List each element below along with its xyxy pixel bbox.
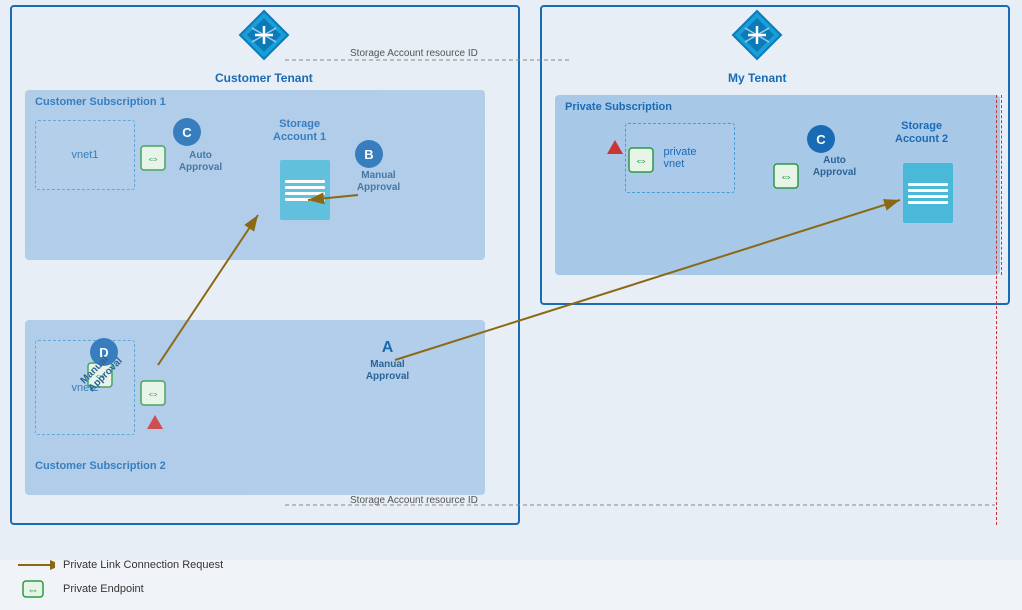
my-tenant-diamond-icon <box>730 8 784 62</box>
resource-id-top-label: Storage Account resource ID <box>350 48 478 59</box>
vnet2-box: vnet2 <box>35 340 135 435</box>
private-sub-label: Private Subscription <box>565 101 672 113</box>
customer-sub2-box: Customer Subscription 2 vnet2 ⇔ ⇔ D <box>25 320 485 495</box>
storage-account2-box <box>903 163 953 223</box>
svg-text:⇔: ⇔ <box>779 168 793 184</box>
dashed-border-right <box>995 95 997 525</box>
circle-c1-badge: C <box>173 118 201 146</box>
storage-account1-title: StorageAccount 1 <box>273 118 326 144</box>
pending-marker <box>147 415 163 434</box>
legend-link-label: Private Link Connection Request <box>63 559 223 571</box>
auto-approval1-label: AutoApproval <box>173 150 228 174</box>
customer-sub2-label: Customer Subscription 2 <box>35 460 166 472</box>
storage-account2-title: StorageAccount 2 <box>895 120 948 146</box>
legend-pe: ⇔ Private Endpoint <box>15 579 223 599</box>
svg-text:⇔: ⇔ <box>146 385 160 401</box>
customer-sub1-label: Customer Subscription 1 <box>35 96 166 108</box>
vnet1-label: vnet1 <box>72 149 99 161</box>
diagram-container: Customer Tenant My Tenant Customer Subsc… <box>0 0 1022 560</box>
customer-tenant-icon: Customer Tenant <box>215 8 313 85</box>
circle-c2-badge: C <box>807 125 835 153</box>
storage-account1-box <box>280 160 330 220</box>
customer-tenant-diamond-icon <box>237 8 291 62</box>
my-tenant-icon: My Tenant <box>728 8 786 85</box>
private-vnet-label: privatevnet <box>663 146 696 170</box>
svg-text:⇔: ⇔ <box>146 150 160 166</box>
customer-sub1-box: Customer Subscription 1 vnet1 ⇔ C AutoAp… <box>25 90 485 260</box>
private-pending-marker <box>607 140 623 159</box>
circle-b-badge: B <box>355 140 383 168</box>
pe-legend-icon: ⇔ <box>15 579 55 599</box>
private-sub-box: Private Subscription privatevnet ⇔ ⇔ <box>555 95 1000 275</box>
svg-text:⇔: ⇔ <box>27 583 39 597</box>
my-tenant-label: My Tenant <box>728 71 786 85</box>
pe2b-icon: ⇔ <box>140 380 166 406</box>
pe3-icon: ⇔ <box>628 147 654 173</box>
auto-approval2-label: AutoApproval <box>807 155 862 179</box>
pe4-icon: ⇔ <box>773 163 799 189</box>
arrow-legend-icon <box>15 557 55 573</box>
legend-link-request: Private Link Connection Request <box>15 557 223 573</box>
manual-approval-b-label: ManualApproval <box>351 170 406 194</box>
legend: Private Link Connection Request ⇔ Privat… <box>15 550 223 605</box>
manual-approval-a-label: A ManualApproval <box>360 338 415 383</box>
resource-id-bottom-label: Storage Account resource ID <box>350 495 478 506</box>
customer-tenant-label: Customer Tenant <box>215 71 313 85</box>
legend-pe-label: Private Endpoint <box>63 583 144 595</box>
pe1-icon: ⇔ <box>140 145 166 171</box>
vnet1-box: vnet1 <box>35 120 135 190</box>
svg-text:⇔: ⇔ <box>634 152 648 168</box>
